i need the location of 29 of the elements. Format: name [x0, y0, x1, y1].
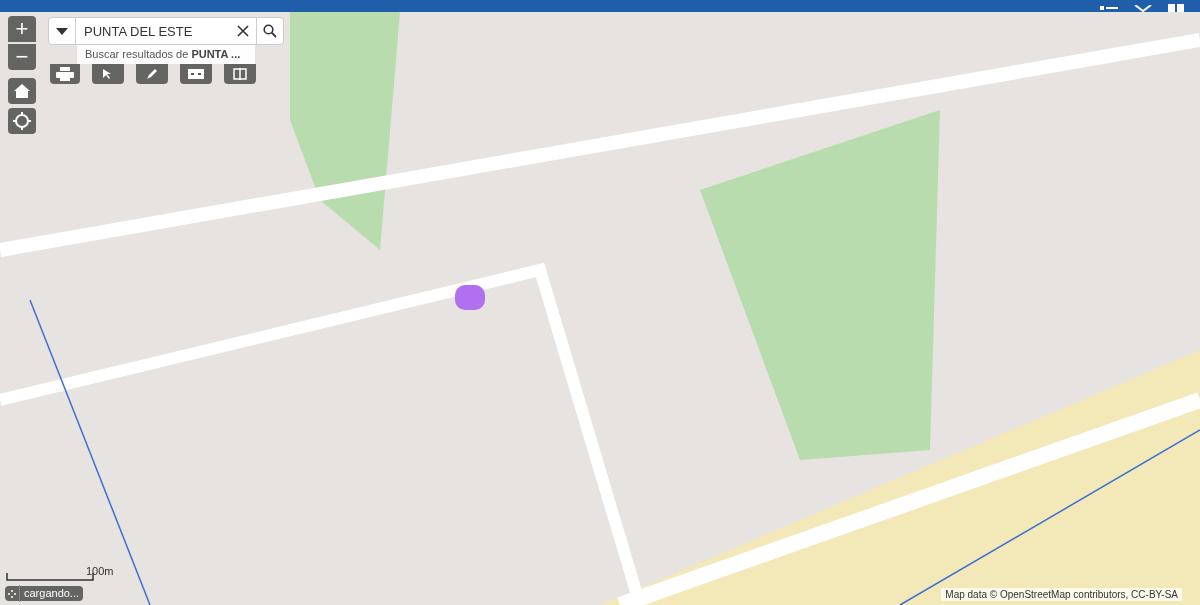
zoom-out-button[interactable]: −: [8, 44, 36, 70]
print-button[interactable]: [50, 64, 80, 84]
grid-icon[interactable]: [1168, 4, 1184, 12]
search-icon: [263, 24, 277, 38]
split-icon: [233, 68, 247, 80]
scale-label: 100m: [86, 566, 114, 577]
dropdown-button[interactable]: [48, 17, 76, 45]
swipe-button[interactable]: [224, 64, 256, 84]
map-attribution: Map data © OpenStreetMap contributors, CC-BY-SA: [941, 588, 1182, 601]
search-field[interactable]: PUNTA DEL ESTE: [76, 17, 230, 45]
zoom-in-button[interactable]: +: [8, 16, 36, 42]
status-text: cargando...: [19, 585, 84, 602]
select-button[interactable]: [92, 64, 124, 84]
compare-button[interactable]: [180, 64, 212, 84]
home-icon: [13, 83, 31, 99]
locate-button[interactable]: [8, 108, 36, 134]
list-icon[interactable]: [1100, 6, 1118, 12]
close-icon: [237, 25, 249, 37]
search-suggestion[interactable]: Buscar resultados de PUNTA ...: [77, 45, 255, 64]
caret-icon: [56, 27, 68, 35]
spinner-icon: [5, 588, 19, 599]
search-button[interactable]: [256, 17, 284, 45]
locate-icon: [13, 112, 31, 130]
clear-button[interactable]: [230, 17, 256, 45]
home-button[interactable]: [8, 78, 36, 104]
printer-icon: [56, 67, 74, 81]
measure-button[interactable]: [136, 64, 168, 84]
pencil-icon: [146, 68, 158, 80]
panels-icon: [188, 69, 204, 79]
